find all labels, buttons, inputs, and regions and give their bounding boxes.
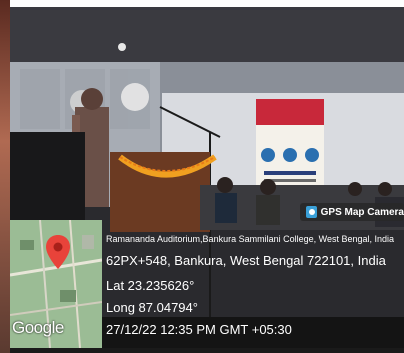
google-logo: Google	[12, 318, 64, 337]
latitude: Lat 23.235626°	[106, 278, 195, 293]
address-line: 62PX+548, Bankura, West Bengal 722101, I…	[106, 253, 386, 268]
gps-map-camera-badge: GPS Map Camera	[300, 203, 404, 221]
photo-frame: Google GPS Map Camera Ramananda Auditori…	[0, 0, 404, 353]
longitude: Long 87.04794°	[106, 300, 198, 315]
gps-badge-label: GPS Map Camera	[320, 206, 404, 218]
left-edge-strip	[0, 0, 10, 353]
datetime-stamp: 27/12/22 12:35 PM GMT +05:30	[106, 322, 292, 337]
place-name: Ramananda Auditorium,Bankura Sammilani C…	[106, 234, 394, 244]
map-thumbnail: Google	[10, 220, 102, 348]
camera-icon	[306, 206, 317, 218]
bottom-band	[10, 348, 404, 353]
map-pin-icon	[46, 235, 70, 269]
